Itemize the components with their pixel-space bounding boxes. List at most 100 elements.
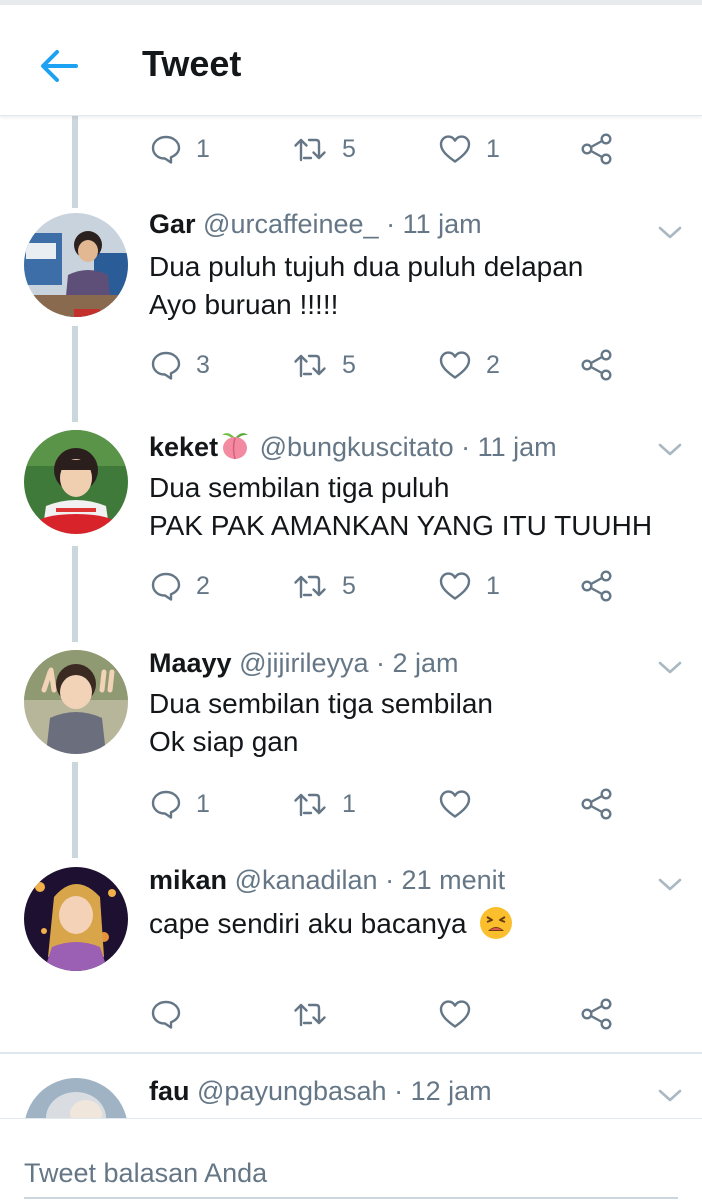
tweet-actions: 1 1 [0, 779, 702, 829]
avatar[interactable] [24, 213, 128, 317]
tweet-text-line: PAK PAK AMANKAN YANG ITU TUUHH [149, 510, 653, 541]
tweet-actions [0, 989, 702, 1039]
tweet-text-line: Ayo buruan !!!!! [149, 289, 339, 320]
tweet-meta: fau @payungbasah · 12 jam [149, 1076, 492, 1107]
share-icon [581, 133, 612, 165]
retweet-button[interactable] [292, 989, 328, 1039]
tweet-options-button[interactable] [656, 440, 684, 460]
share-button[interactable] [580, 124, 614, 174]
avatar[interactable] [24, 650, 128, 754]
retweet-button[interactable]: 5 [292, 340, 356, 390]
reply-composer [0, 1118, 702, 1201]
share-icon [581, 998, 612, 1030]
retweet-button[interactable]: 5 [292, 561, 356, 611]
chevron-down-icon [658, 661, 682, 674]
retweet-icon [294, 138, 326, 162]
tweet[interactable]: keket @bungkuscitato · 11 jam Dua sembil… [0, 426, 702, 626]
retweet-count: 5 [342, 134, 356, 163]
display-name[interactable]: Maayy [149, 648, 232, 678]
reply-count: 1 [196, 134, 210, 163]
like-button[interactable]: 1 [438, 124, 500, 174]
share-icon [581, 570, 612, 602]
tweet[interactable]: fau @payungbasah · 12 jam [0, 1072, 702, 1182]
reply-button[interactable]: 1 [150, 124, 210, 174]
like-count: 1 [486, 134, 500, 163]
tweet-meta: mikan @kanadilan · 21 menit [149, 865, 505, 896]
like-button[interactable] [438, 989, 472, 1039]
reply-button[interactable]: 2 [150, 561, 210, 611]
chevron-down-icon [658, 443, 682, 456]
share-button[interactable] [580, 340, 614, 390]
display-name[interactable]: mikan [149, 865, 227, 895]
handle-and-time: @bungkuscitato · 11 jam [259, 432, 557, 462]
share-button[interactable] [580, 561, 614, 611]
tweet-actions: 3 5 2 [0, 340, 702, 390]
reply-bubble-icon [151, 1000, 181, 1029]
tweet-text-line: Dua sembilan tiga sembilan [149, 688, 493, 719]
reply-bubble-icon [151, 572, 181, 601]
retweet-count: 1 [342, 789, 356, 818]
tweet-options-button[interactable] [656, 875, 684, 895]
retweet-count: 5 [342, 350, 356, 379]
share-button[interactable] [580, 779, 614, 829]
share-icon [581, 788, 612, 820]
heart-icon [439, 135, 471, 163]
tweet-text-line: Dua sembilan tiga puluh [149, 472, 450, 503]
display-name[interactable]: fau [149, 1076, 190, 1106]
app-header: Tweet [0, 5, 702, 116]
display-name[interactable]: keket [149, 432, 218, 462]
retweet-icon [294, 793, 326, 817]
heart-icon [439, 351, 471, 379]
tweet-meta: keket @bungkuscitato · 11 jam [149, 430, 557, 463]
tweet[interactable]: Gar @urcaffeinee_ · 11 jam Dua puluh tuj… [0, 205, 702, 405]
share-icon [581, 349, 612, 381]
tweet-text: cape sendiri aku bacanya [149, 908, 467, 939]
reply-bubble-icon [151, 790, 181, 819]
tweet-options-button[interactable] [656, 223, 684, 243]
page-title: Tweet [142, 43, 242, 84]
reply-button[interactable]: 1 [150, 779, 210, 829]
like-button[interactable] [438, 779, 472, 829]
section-divider [0, 1052, 702, 1054]
avatar[interactable] [24, 867, 128, 971]
arrow-left-icon [41, 50, 78, 82]
back-button[interactable] [36, 43, 82, 89]
reply-input[interactable] [24, 1149, 678, 1199]
tweet[interactable]: mikan @kanadilan · 21 menit cape sendiri… [0, 861, 702, 1051]
reply-button[interactable]: 3 [150, 340, 210, 390]
retweet-button[interactable]: 1 [292, 779, 356, 829]
reply-count: 1 [196, 789, 210, 818]
reply-count: 3 [196, 350, 210, 379]
handle-and-time: @jijirileyya · 2 jam [239, 648, 459, 678]
chevron-down-icon [658, 226, 682, 239]
handle-and-time: @kanadilan · 21 menit [234, 865, 506, 895]
tweet-text-line: cape sendiri aku bacanya [149, 905, 514, 941]
chevron-down-icon [658, 878, 682, 891]
like-count: 1 [486, 571, 500, 600]
retweet-icon [294, 1003, 326, 1027]
display-name[interactable]: Gar [149, 209, 196, 239]
reply-bubble-icon [151, 135, 181, 164]
heart-icon [439, 572, 471, 600]
tweet-meta: Gar @urcaffeinee_ · 11 jam [149, 209, 482, 240]
like-count: 2 [486, 350, 500, 379]
tweet-meta: Maayy @jijirileyya · 2 jam [149, 648, 459, 679]
handle-and-time: @urcaffeinee_ · 11 jam [203, 209, 482, 239]
retweet-icon [294, 354, 326, 378]
tweet-text-line: Ok siap gan [149, 726, 299, 757]
tweet[interactable]: Maayy @jijirileyya · 2 jam Dua sembilan … [0, 644, 702, 844]
heart-icon [439, 1000, 471, 1028]
retweet-icon [294, 575, 326, 599]
reply-button[interactable] [150, 989, 182, 1039]
like-button[interactable]: 1 [438, 561, 500, 611]
handle-and-time: @payungbasah · 12 jam [197, 1076, 492, 1106]
tweet-options-button[interactable] [656, 658, 684, 678]
tweet-options-button[interactable] [656, 1086, 684, 1106]
like-button[interactable]: 2 [438, 340, 500, 390]
tired-face-emoji-icon [480, 907, 513, 939]
reply-bubble-icon [151, 351, 181, 380]
share-button[interactable] [580, 989, 614, 1039]
retweet-button[interactable]: 5 [292, 124, 356, 174]
avatar[interactable] [24, 430, 128, 534]
tweet-actions: 1 5 1 [0, 124, 702, 174]
